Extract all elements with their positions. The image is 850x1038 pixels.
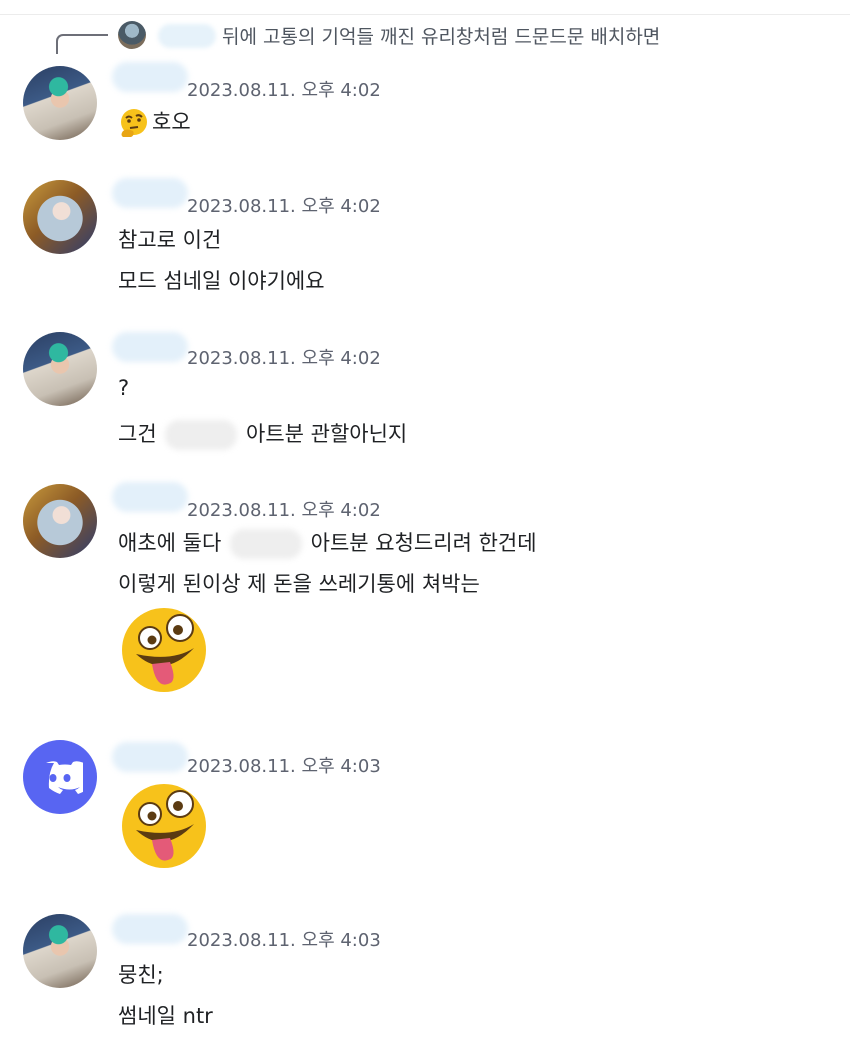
reply-spine-icon: [56, 34, 108, 54]
avatar[interactable]: [23, 914, 97, 988]
message-timestamp: 2023.08.11. 오후 4:02: [187, 348, 381, 369]
avatar[interactable]: [23, 484, 97, 558]
message-text: 썸네일 ntr: [118, 1004, 213, 1028]
reply-reference[interactable]: 뒤에 고통의 기억들 깨진 유리창처럼 드문드문 배치하면: [56, 20, 846, 54]
zany-face-emoji: [122, 784, 206, 868]
thinking-face-emoji: [121, 109, 147, 137]
message-text: 참고로 이건: [118, 228, 222, 252]
avatar[interactable]: [23, 66, 97, 140]
avatar[interactable]: [23, 180, 97, 254]
message-text: 이렇게 된이상 제 돈을 쓰레기통에 쳐박는: [118, 572, 480, 596]
discord-logo: [46, 761, 83, 794]
reply-avatar: [118, 21, 146, 49]
username-redacted[interactable]: [112, 742, 188, 772]
username-redacted[interactable]: [112, 332, 188, 362]
message-timestamp: 2023.08.11. 오후 4:03: [187, 930, 381, 951]
message-text: 호오: [118, 106, 191, 139]
message-text: 그건 아트분 관할아닌지: [118, 418, 407, 450]
top-divider: [0, 14, 850, 15]
zany-face-emoji: [122, 608, 206, 692]
reply-preview-text: 뒤에 고통의 기억들 깨진 유리창처럼 드문드문 배치하면: [222, 26, 661, 48]
message-timestamp: 2023.08.11. 오후 4:02: [187, 80, 381, 101]
message-timestamp: 2023.08.11. 오후 4:02: [187, 196, 381, 217]
reply-username-redacted: [158, 24, 216, 48]
username-redacted[interactable]: [112, 482, 188, 512]
redacted-name: [229, 529, 302, 559]
avatar[interactable]: [23, 740, 97, 814]
message-text: 모드 섬네일 이야기에요: [118, 269, 325, 293]
message-timestamp: 2023.08.11. 오후 4:02: [187, 500, 381, 521]
message-text: ?: [118, 376, 130, 400]
username-redacted[interactable]: [112, 62, 188, 92]
username-redacted[interactable]: [112, 178, 188, 208]
message-text: 뭉친;: [118, 963, 164, 987]
avatar[interactable]: [23, 332, 97, 406]
redacted-name: [165, 420, 238, 450]
message-text: 애초에 둘다 아트분 요청드리려 한건데: [118, 527, 537, 559]
message-timestamp: 2023.08.11. 오후 4:03: [187, 756, 381, 777]
username-redacted[interactable]: [112, 914, 188, 944]
